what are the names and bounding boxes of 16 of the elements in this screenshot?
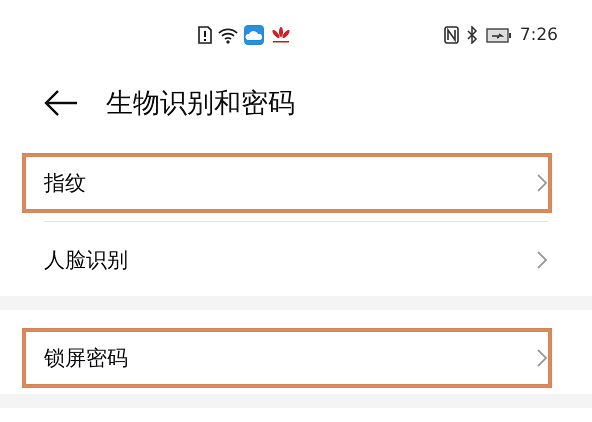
settings-item[interactable]: 锁屏密码 — [22, 328, 552, 388]
clock-time: 7:26 — [520, 25, 558, 45]
settings-item[interactable]: 人脸识别 — [22, 230, 552, 290]
wifi-icon — [218, 26, 238, 44]
flower-logo-icon — [270, 26, 292, 44]
back-arrow-icon[interactable] — [44, 90, 78, 116]
cloud-app-icon — [244, 25, 264, 45]
nfc-icon — [444, 26, 459, 44]
chevron-icon — [536, 348, 548, 368]
bluetooth-icon — [466, 26, 478, 44]
chevron-icon — [536, 250, 548, 270]
page-title: 生物识别和密码 — [106, 86, 295, 120]
battery-icon — [486, 28, 512, 42]
settings-item[interactable]: 指纹 — [22, 153, 552, 213]
sim-alert-icon — [198, 26, 212, 44]
chevron-icon — [536, 173, 548, 193]
